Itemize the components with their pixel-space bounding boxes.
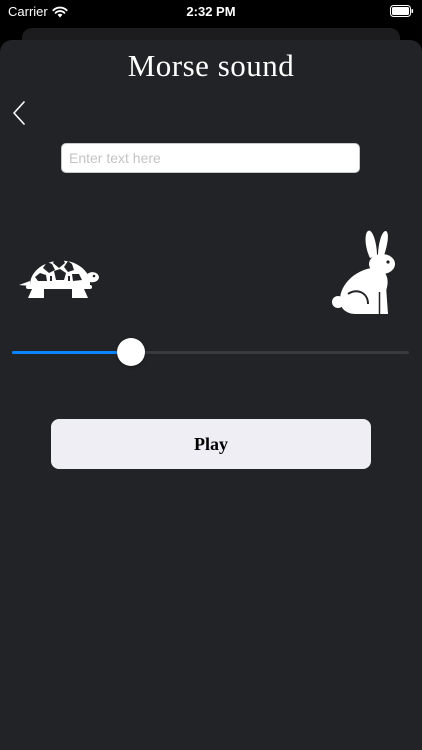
chevron-left-icon (13, 101, 25, 125)
status-bar: Carrier 2:32 PM (0, 0, 422, 24)
rabbit-icon (332, 230, 395, 314)
turtle-icon (19, 257, 99, 298)
morse-text-input[interactable] (61, 143, 360, 173)
back-button[interactable] (10, 98, 34, 128)
slider-fill (12, 351, 132, 354)
app-screen: Carrier 2:32 PM Morse sound Enter text h… (0, 0, 422, 750)
morse-sound-sheet: Morse sound Enter text here Play (0, 40, 422, 750)
battery-icon (390, 5, 414, 17)
play-button[interactable]: Play (51, 419, 371, 469)
slider-thumb[interactable] (117, 338, 146, 366)
page-title: Morse sound (127, 48, 295, 83)
speed-slider[interactable] (12, 337, 409, 367)
status-time: 2:32 PM (186, 4, 236, 19)
